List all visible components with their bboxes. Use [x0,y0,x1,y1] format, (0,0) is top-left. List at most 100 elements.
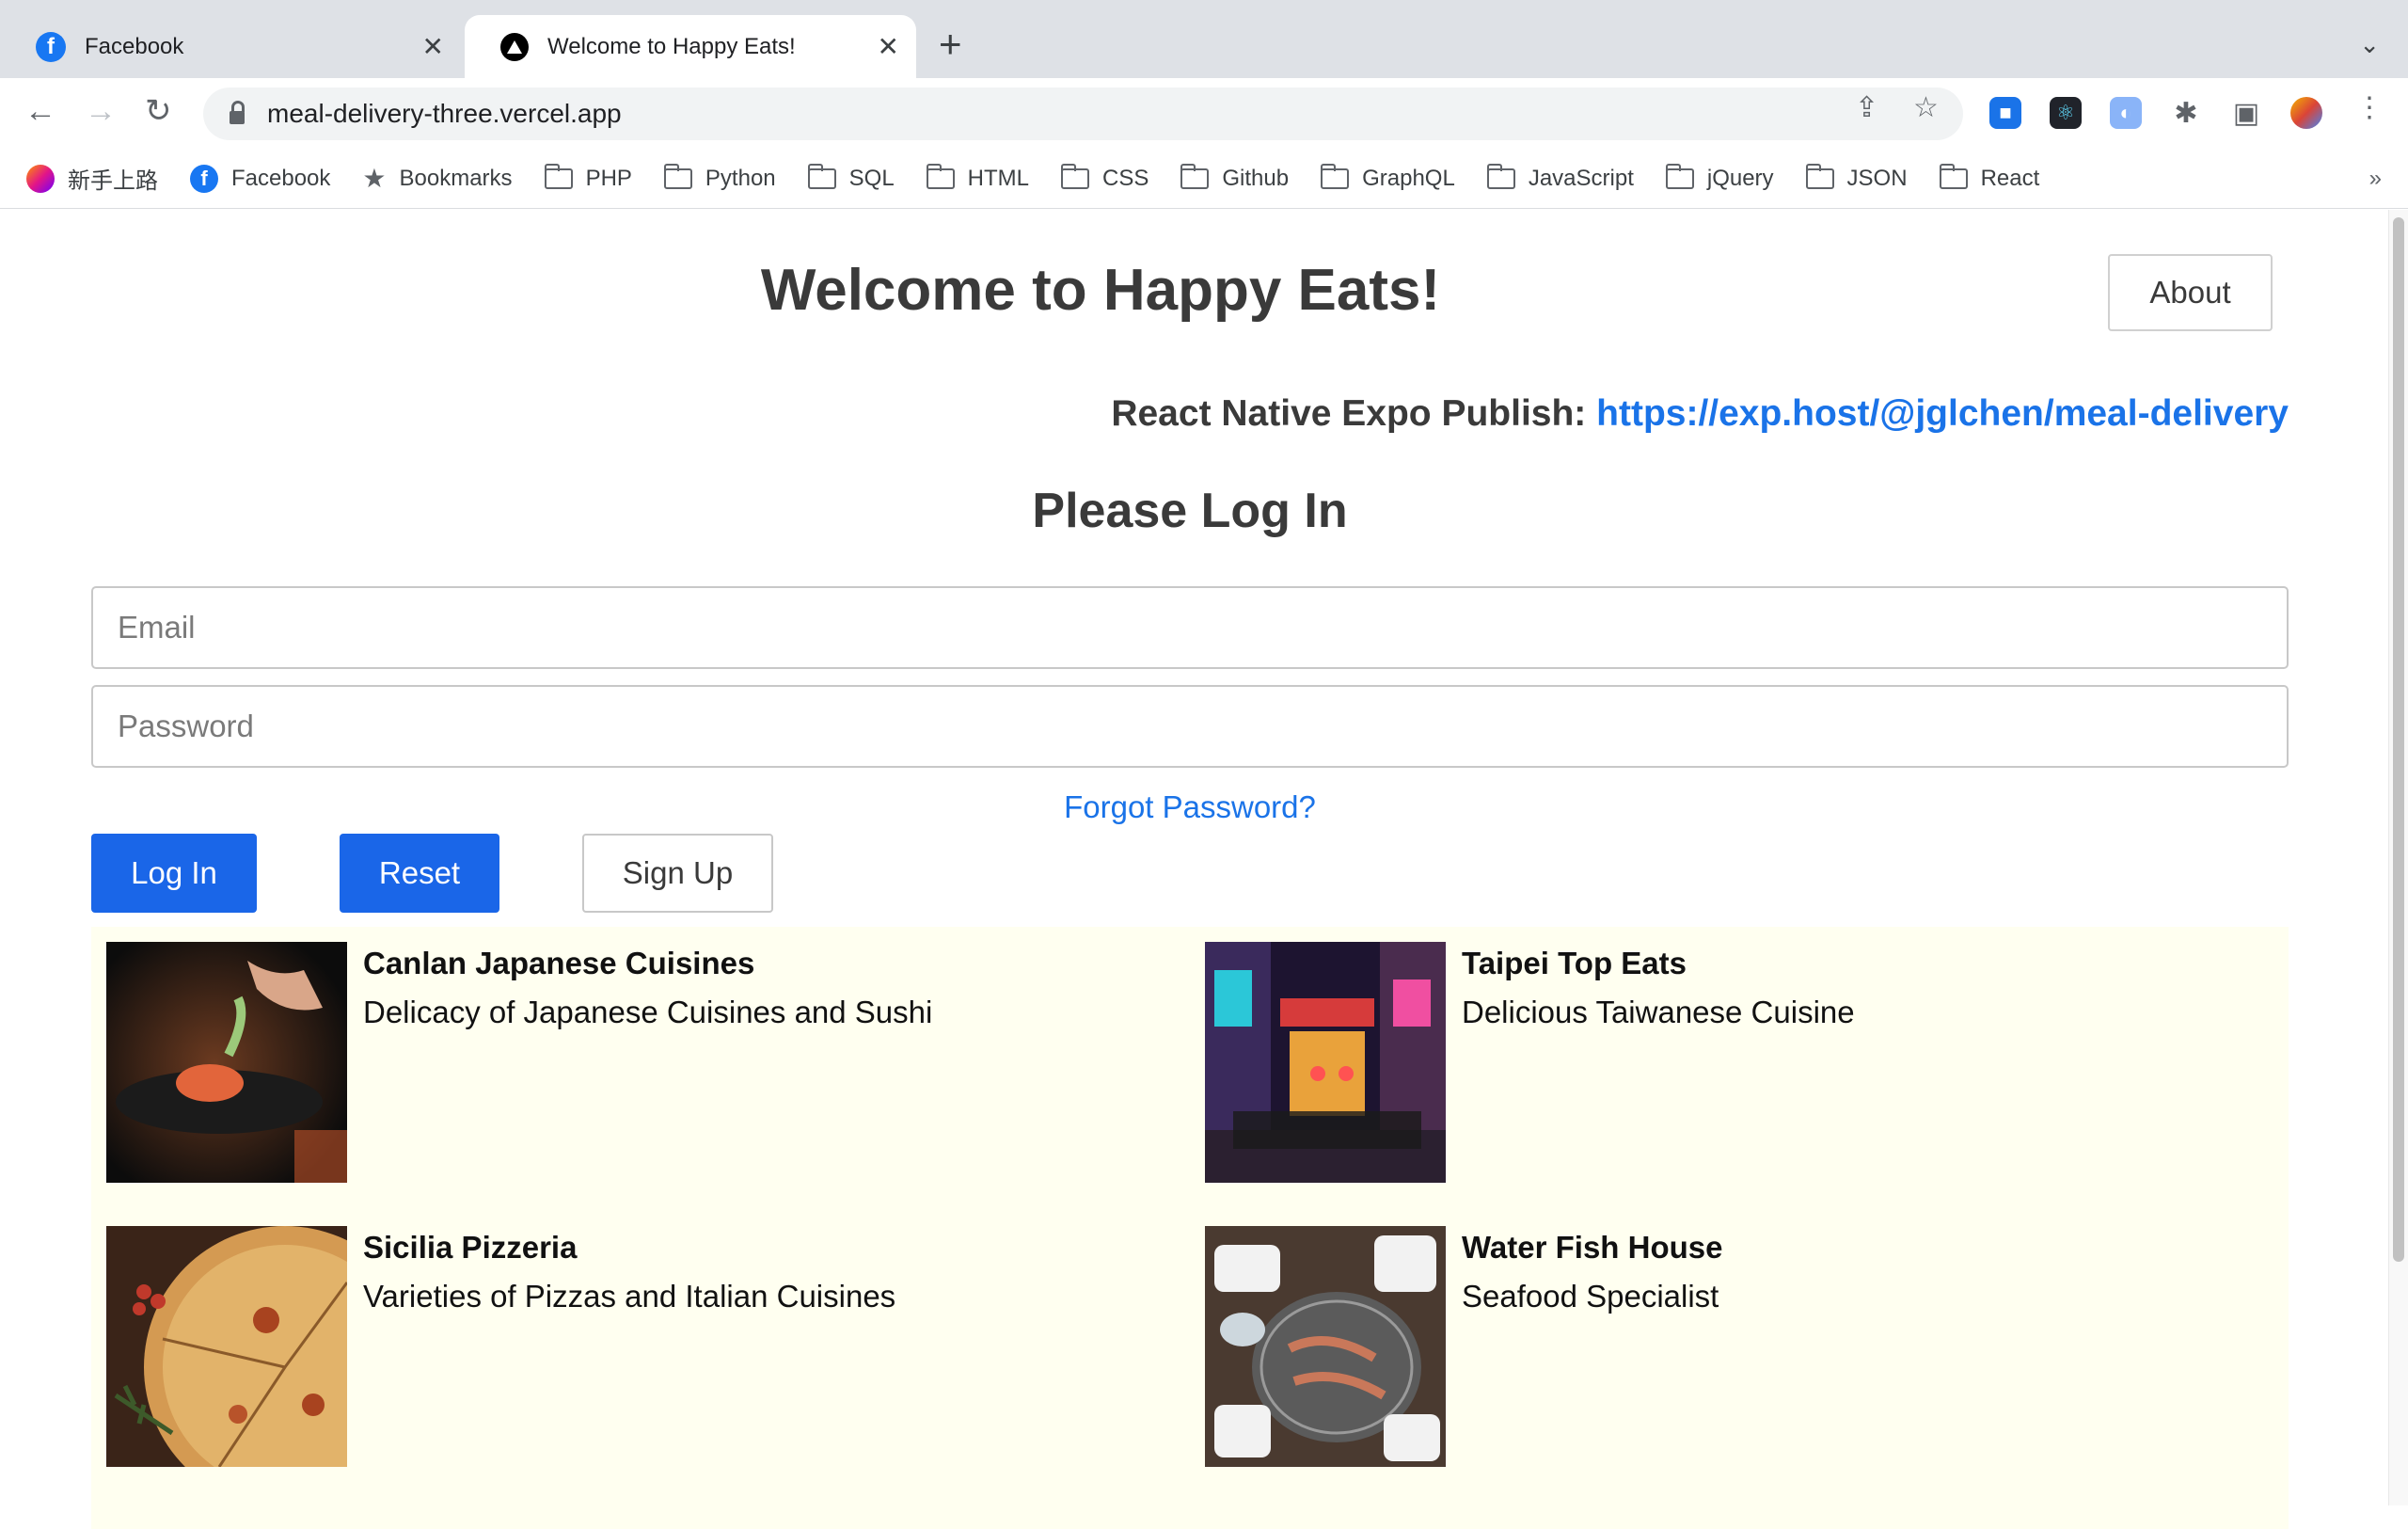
bookmark-folder[interactable]: CSS [1061,163,1149,192]
vercel-icon [500,32,529,61]
bookmark-folder[interactable]: HTML [926,163,1030,192]
folder-icon [1061,163,1090,189]
bookmark-label: JSON [1846,165,1908,191]
folder-icon [663,163,692,189]
double-chevron-right-icon[interactable]: » [2369,166,2382,192]
restaurant-image[interactable] [1205,942,1446,1183]
expo-label: React Native Expo Publish: [1111,393,1587,434]
folder-icon [807,163,836,189]
email-field[interactable] [91,586,2289,669]
tab-facebook[interactable]: f Facebook ✕ [0,15,461,78]
reload-icon[interactable]: ↻ [145,91,172,131]
bookmark-label: PHP [585,165,632,191]
reset-button[interactable]: Reset [340,834,499,913]
about-button[interactable]: About [2108,254,2273,331]
profile-avatar[interactable] [2290,97,2322,129]
bookmark-item[interactable]: 新手上路 [26,162,158,195]
url-text[interactable]: meal-delivery-three.vercel.app [267,99,622,129]
bookmark-folder[interactable]: GraphQL [1321,163,1455,192]
bookmark-label: HTML [967,165,1030,191]
side-panel-icon[interactable]: ▣ [2230,97,2262,129]
bookmark-folder[interactable]: Python [663,163,776,192]
bookmark-folder[interactable]: PHP [544,163,632,192]
restaurant-description: Delicacy of Japanese Cuisines and Sushi [363,995,933,1029]
kebab-menu-icon[interactable]: ⋮ [2355,91,2384,124]
bookmark-folder[interactable]: Github [1180,163,1289,192]
restaurant-description: Seafood Specialist [1462,1279,1719,1314]
back-arrow-icon[interactable]: ← [24,91,56,131]
bookmark-folder[interactable]: jQuery [1665,163,1774,192]
restaurant-description: Delicious Taiwanese Cuisine [1462,995,1855,1029]
bookmark-folder[interactable]: SQL [807,163,895,192]
restaurant-card[interactable]: Sicilia Pizzeria Varieties of Pizzas and… [91,1211,1126,1508]
facebook-icon: f [190,164,218,193]
bookmarks-bar: 新手上路 f Facebook ★ Bookmarks PHP Python SQL… [0,149,2408,209]
bookmark-label: Bookmarks [399,165,513,191]
facebook-icon: f [36,31,66,62]
bookmark-label: 新手上路 [68,168,158,194]
bookmark-item[interactable]: f Facebook [190,164,331,193]
close-icon[interactable]: ✕ [878,31,899,62]
restaurant-card[interactable]: Water Fish House Seafood Specialist [1190,1211,2225,1467]
page-scrollbar[interactable] [2388,210,2408,1505]
tab-happy-eats[interactable]: Welcome to Happy Eats! ✕ [465,15,916,78]
bookmark-label: jQuery [1706,165,1774,191]
bookmark-star-icon[interactable]: ☆ [1913,91,1939,124]
folder-icon [1486,163,1515,189]
firefox-icon [26,164,55,193]
restaurant-name[interactable]: Water Fish House [1462,1230,1723,1266]
bookmark-folder[interactable]: React [1939,163,2039,192]
restaurant-image[interactable] [106,1226,426,1508]
restaurant-image[interactable] [106,942,347,1183]
tab-title: Welcome to Happy Eats! [547,33,796,59]
react-devtools-icon[interactable]: ⚛ [2050,97,2082,129]
restaurant-description: Varieties of Pizzas and Italian Cuisines [363,1279,896,1314]
tab-strip: f Facebook ✕ Welcome to Happy Eats! ✕ + … [0,0,2408,78]
signup-button[interactable]: Sign Up [582,834,773,913]
page-title: Welcome to Happy Eats! [760,258,1441,323]
folder-icon [1939,163,1968,189]
bookmark-label: SQL [848,165,895,191]
email-input[interactable] [116,609,2287,646]
restaurant-grid: Canlan Japanese Cuisines Delicacy of Jap… [91,927,2289,1529]
password-input[interactable] [116,708,2287,745]
restaurant-card[interactable]: Taipei Top Eats Delicious Taiwanese Cuis… [1190,927,2225,1183]
folder-icon [1665,163,1694,189]
restaurant-name[interactable]: Sicilia Pizzeria [363,1230,577,1266]
star-icon: ★ [362,164,387,193]
forward-arrow-icon[interactable]: → [85,91,117,131]
new-tab-icon[interactable]: + [939,24,962,64]
restaurant-image[interactable] [1205,1226,1446,1467]
bookmark-label: JavaScript [1528,165,1634,191]
tab-title: Facebook [85,33,184,59]
bookmark-label: CSS [1102,165,1149,191]
share-icon[interactable]: ⇪ [1855,91,1878,124]
bookmark-label: Facebook [231,165,331,191]
expo-publish-line: React Native Expo Publish: https://exp.h… [1111,393,2289,435]
expo-link[interactable]: https://exp.host/@jglchen/meal-delivery [1596,393,2289,434]
lock-icon[interactable] [230,101,245,124]
bookmark-item[interactable]: ★ Bookmarks [362,163,512,194]
page-content: Welcome to Happy Eats! About React Nativ… [0,210,2389,1529]
login-button[interactable]: Log In [91,834,257,913]
browser-toolbar: ← → ↻ meal-delivery-three.vercel.app ⇪ ☆… [0,78,2408,149]
scrollbar-thumb[interactable] [2393,217,2404,1262]
restaurant-name[interactable]: Taipei Top Eats [1462,946,1687,981]
folder-icon [544,163,573,189]
close-icon[interactable]: ✕ [422,31,444,62]
restaurant-name[interactable]: Canlan Japanese Cuisines [363,946,754,981]
restaurant-card[interactable]: Canlan Japanese Cuisines Delicacy of Jap… [91,927,1126,1183]
extension-icon[interactable]: ◐ [2110,97,2142,129]
bookmark-label: GraphQL [1362,165,1455,191]
puzzle-icon[interactable]: ✱ [2170,97,2202,129]
forgot-password-link[interactable]: Forgot Password? [0,789,2380,825]
address-bar[interactable]: meal-delivery-three.vercel.app [203,88,1963,140]
bookmark-folder[interactable]: JavaScript [1486,163,1634,192]
bitwarden-extension-icon[interactable]: ■ [1989,97,2021,129]
chevron-down-icon[interactable]: ⌄ [2359,30,2380,59]
password-field[interactable] [91,685,2289,768]
folder-icon [1321,163,1350,189]
login-heading: Please Log In [1032,484,1348,538]
folder-icon [1180,163,1210,189]
bookmark-folder[interactable]: JSON [1805,163,1908,192]
